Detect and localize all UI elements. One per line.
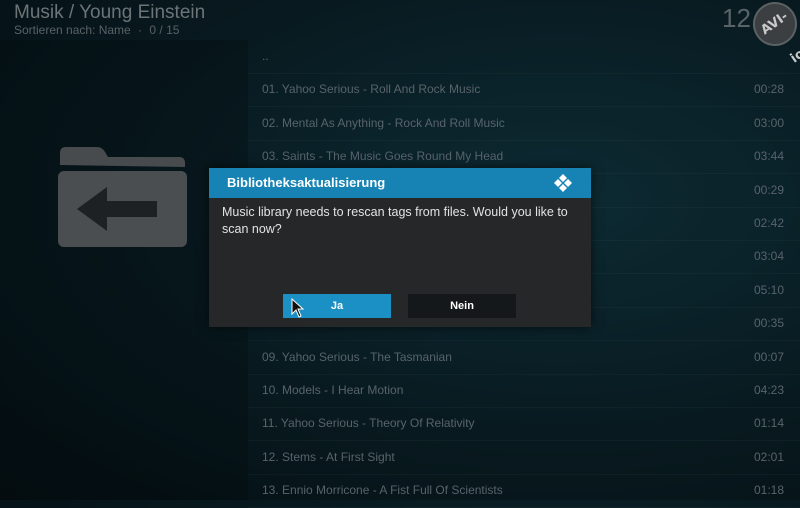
- dialog-message: Music library needs to rescan tags from …: [222, 205, 568, 236]
- mouse-cursor-icon: [291, 298, 305, 318]
- dialog-title: Bibliotheksaktualisierung: [227, 175, 386, 190]
- dialog-header: Bibliotheksaktualisierung: [209, 168, 591, 198]
- library-update-dialog: Bibliotheksaktualisierung Music library …: [209, 168, 591, 327]
- kodi-icon: [554, 174, 572, 192]
- no-button[interactable]: Nein: [408, 294, 516, 318]
- modal-overlay: Bibliotheksaktualisierung Music library …: [0, 0, 800, 500]
